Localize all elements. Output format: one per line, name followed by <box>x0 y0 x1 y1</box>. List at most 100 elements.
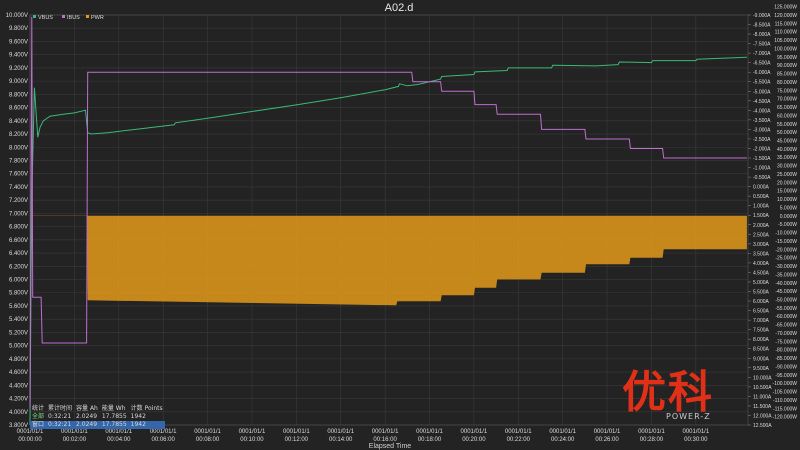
x-tick-label-time: 00:08:00 <box>196 437 220 443</box>
watermark-logo: 优科 <box>622 367 714 418</box>
power-tick-label: -115.000W <box>773 406 797 412</box>
power-tick-label: 35.000W <box>777 155 797 161</box>
voltage-tick-label: 8.400V <box>9 119 28 125</box>
current-tick-label: 7.500A <box>753 328 770 334</box>
stats-wh: 17.7855 <box>99 421 129 429</box>
current-tick-label: 1.500A <box>753 213 770 219</box>
stats-ah: 2.0249 <box>74 421 100 429</box>
stats-header-row: 统计 累计时间 容量 Ah 能量 Wh 计数 Points <box>30 405 165 413</box>
x-tick-label-date: 0001/01/1 <box>638 429 665 435</box>
power-tick-label: -100.000W <box>773 381 798 387</box>
voltage-tick-label: 4.000V <box>9 410 28 416</box>
power-tick-label: -10.000W <box>775 231 797 237</box>
current-tick-label: -7.500A <box>753 42 771 48</box>
current-tick-label: -8.000A <box>753 32 771 38</box>
x-tick-label-date: 0001/01/1 <box>61 429 88 435</box>
current-tick-label: -1.000A <box>753 166 771 172</box>
stats-table: 统计 累计时间 容量 Ah 能量 Wh 计数 Points 全部 0:32:21… <box>30 405 165 429</box>
x-tick-label-date: 0001/01/1 <box>594 429 621 435</box>
voltage-tick-label: 4.200V <box>9 397 28 403</box>
stats-header: 计数 Points <box>130 405 163 412</box>
power-tick-label: 0.000W <box>780 214 798 220</box>
power-tick-label: -55.000W <box>775 306 797 312</box>
power-tick-label: -85.000W <box>775 356 797 362</box>
power-tick-label: 10.000W <box>777 197 797 203</box>
current-tick-label: 2.500A <box>753 232 770 238</box>
current-tick-label: -8.500A <box>753 23 771 29</box>
current-tick-label: -5.500A <box>753 80 771 86</box>
voltage-tick-label: 7.000V <box>9 211 28 217</box>
x-tick-label-date: 0001/01/1 <box>327 429 354 435</box>
power-tick-label: 120.000W <box>774 13 797 19</box>
current-tick-label: -4.000A <box>753 108 771 114</box>
power-tick-label: 25.000W <box>777 172 797 178</box>
voltage-tick-label: 7.800V <box>9 158 28 164</box>
stats-ah: 2.0249 <box>76 413 98 420</box>
power-tick-label: 95.000W <box>777 55 797 61</box>
current-tick-label: -4.500A <box>753 99 771 105</box>
watermark: 优科 POWER-Z <box>622 368 772 428</box>
voltage-tick-label: 6.000V <box>9 278 28 284</box>
current-tick-label: -9.000A <box>753 13 771 19</box>
x-axis-title: Elapsed Time <box>369 443 412 450</box>
power-tick-label: 70.000W <box>777 97 797 103</box>
legend-label: PWR <box>91 15 104 21</box>
power-tick-label: 40.000W <box>777 147 797 153</box>
voltage-tick-label: 4.800V <box>9 357 28 363</box>
current-tick-label: -3.500A <box>753 118 771 124</box>
chart-title: A02.d <box>385 2 414 14</box>
current-tick-label: -3.000A <box>753 127 771 133</box>
stats-row-window[interactable]: 窗口 0:32:21 2.0249 17.7855 1942 <box>30 421 165 429</box>
current-tick-label: 6.000A <box>753 299 770 305</box>
power-tick-label: 90.000W <box>777 63 797 69</box>
voltage-tick-label: 5.400V <box>9 317 28 323</box>
power-tick-label: 115.000W <box>775 21 798 27</box>
x-tick-label-time: 00:00:00 <box>18 437 42 443</box>
power-tick-label: -95.000W <box>775 373 797 379</box>
power-tick-label: -110.000W <box>773 398 797 404</box>
x-tick-label-time: 00:04:00 <box>107 437 131 443</box>
power-tick-label: -75.000W <box>775 339 797 345</box>
power-tick-label: 110.000W <box>775 30 798 36</box>
x-tick-label-time: 00:12:00 <box>285 437 309 443</box>
current-tick-label: 4.500A <box>753 270 770 276</box>
power-tick-label: 100.000W <box>774 46 797 52</box>
voltage-tick-label: 6.200V <box>9 264 28 270</box>
current-tick-label: 6.500A <box>753 309 770 315</box>
voltage-tick-label: 5.800V <box>9 291 28 297</box>
voltage-tick-label: 9.000V <box>9 79 28 85</box>
power-tick-label: -40.000W <box>775 281 797 287</box>
current-tick-label: 0.000A <box>753 185 770 191</box>
current-tick-label: 8.500A <box>753 347 770 353</box>
power-tick-label: -120.000W <box>773 415 798 421</box>
stats-row-all[interactable]: 全部 0:32:21 2.0249 17.7855 1942 <box>30 413 165 421</box>
voltage-tick-label: 6.600V <box>9 238 28 244</box>
legend-label: VBUS <box>38 15 53 21</box>
voltage-tick-label: 9.800V <box>9 26 28 32</box>
current-tick-label: -7.000A <box>753 51 771 57</box>
voltage-tick-label: 7.400V <box>9 185 28 191</box>
power-tick-label: -70.000W <box>775 331 797 337</box>
current-tick-label: 9.000A <box>753 356 770 362</box>
x-tick-label-date: 0001/01/1 <box>416 429 443 435</box>
voltage-tick-label: 8.800V <box>9 92 28 98</box>
voltage-tick-label: 4.400V <box>9 383 28 389</box>
voltage-tick-label: 8.200V <box>9 132 28 138</box>
voltage-tick-label: 9.400V <box>9 53 28 59</box>
power-tick-label: 30.000W <box>777 164 797 170</box>
power-tick-label: 20.000W <box>777 180 797 186</box>
stats-row-label: 全部 <box>32 413 45 420</box>
current-tick-label: 2.000A <box>753 223 770 229</box>
x-tick-label-date: 0001/01/1 <box>549 429 576 435</box>
x-tick-label-time: 00:30:00 <box>684 437 708 443</box>
power-tick-label: -60.000W <box>775 314 797 320</box>
power-tick-label: 5.000W <box>780 205 798 211</box>
current-tick-label: -2.500A <box>753 137 771 143</box>
current-tick-label: 5.500A <box>753 290 770 296</box>
current-tick-label: -5.000A <box>753 89 771 95</box>
x-tick-label-time: 00:26:00 <box>595 437 619 443</box>
power-tick-label: -5.000W <box>778 222 797 228</box>
power-tick-label: 85.000W <box>777 72 797 78</box>
stats-row-label: 窗口 <box>30 421 47 429</box>
voltage-tick-label: 9.200V <box>9 66 28 72</box>
